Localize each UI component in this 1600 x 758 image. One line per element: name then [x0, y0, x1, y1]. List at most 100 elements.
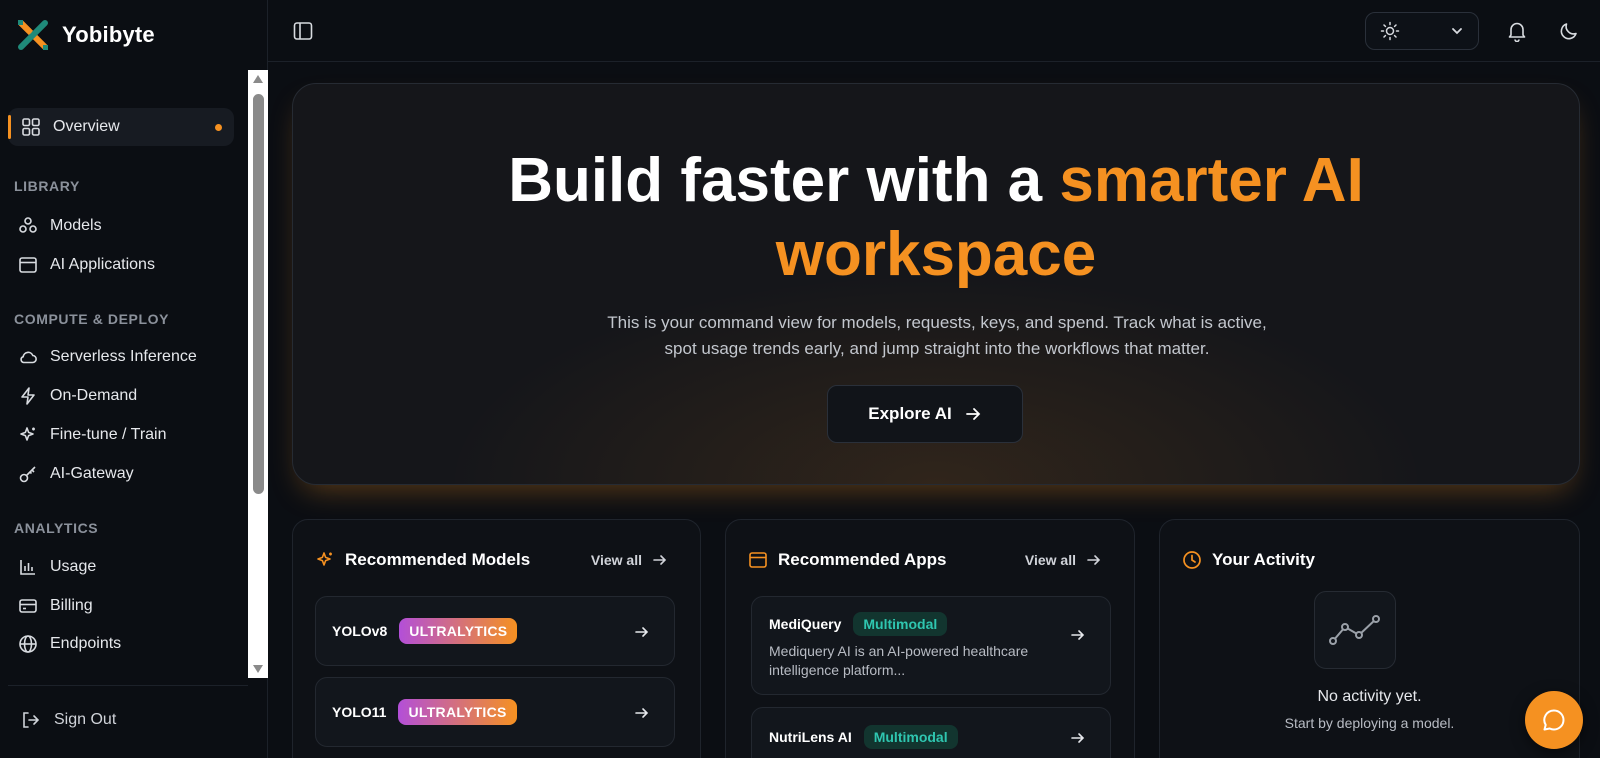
grid-icon — [21, 117, 41, 137]
sidebar-item-usage[interactable]: Usage — [8, 548, 234, 586]
section-label-analytics: ANALYTICS — [14, 520, 99, 536]
sidebar-item-serverless-inference[interactable]: Serverless Inference — [8, 338, 234, 376]
theme-selector[interactable] — [1365, 12, 1479, 50]
app-name: NutriLens AI — [769, 729, 852, 745]
chat-bubble-icon — [1541, 707, 1567, 733]
sidebar-item-ai-applications[interactable]: AI Applications — [8, 246, 234, 284]
activity-hint-text: Start by deploying a model. — [1284, 715, 1455, 731]
recommended-models-card: Recommended Models View all YOLOv8 ULTRA… — [292, 519, 701, 758]
bar-chart-icon — [18, 557, 38, 577]
arrow-right-icon — [634, 624, 650, 640]
arrow-right-icon — [1070, 627, 1086, 643]
explore-ai-label: Explore AI — [868, 404, 952, 423]
sign-out-label: Sign Out — [54, 711, 117, 728]
view-all-models-link[interactable]: View all — [591, 552, 668, 568]
model-item-yolov8[interactable]: YOLOv8 ULTRALYTICS — [315, 596, 675, 666]
card-header: Your Activity — [1182, 550, 1315, 570]
brand[interactable]: Yobibyte — [16, 18, 155, 52]
card-title: Your Activity — [1212, 550, 1315, 569]
active-indicator-dot — [215, 124, 222, 131]
card-header: Recommended Models — [315, 550, 530, 570]
sidebar-item-label: Serverless Inference — [50, 348, 197, 365]
network-icon — [18, 216, 38, 236]
sidebar-item-endpoints[interactable]: Endpoints — [8, 625, 234, 663]
sun-icon — [1380, 21, 1400, 41]
sparkle-icon — [315, 550, 335, 570]
recommended-apps-card: Recommended Apps View all MediQuery Mult… — [725, 519, 1135, 758]
arrow-right-icon — [652, 552, 668, 568]
lightning-icon — [18, 386, 38, 406]
view-all-label: View all — [1024, 552, 1076, 568]
sidebar-item-label: Fine-tune / Train — [50, 426, 167, 443]
scrollbar-thumb[interactable] — [253, 94, 264, 494]
view-all-apps-link[interactable]: View all — [1025, 552, 1102, 568]
sparkle-icon — [18, 425, 38, 445]
section-label-compute: COMPUTE & DEPLOY — [14, 311, 170, 327]
activity-empty-text: No activity yet. — [1317, 688, 1422, 705]
sidebar-scrollbar[interactable] — [248, 70, 268, 678]
activity-placeholder — [1314, 591, 1396, 669]
x-cross-logo-icon — [16, 18, 50, 52]
sidebar-item-label: AI-Gateway — [50, 465, 134, 482]
brand-name: Yobibyte — [62, 22, 155, 47]
window-icon — [748, 550, 768, 570]
scroll-up-arrow-icon[interactable] — [252, 74, 264, 84]
sidebar-divider — [8, 685, 248, 686]
card-title: Recommended Models — [345, 550, 531, 569]
app-item-nutrilens[interactable]: NutriLens AI Multimodal — [751, 707, 1111, 758]
sidebar-item-billing[interactable]: Billing — [8, 587, 234, 625]
scroll-down-arrow-icon[interactable] — [252, 664, 264, 674]
card-header: Recommended Apps — [748, 550, 946, 570]
sidebar-item-label: AI Applications — [50, 256, 155, 273]
sidebar-item-models[interactable]: Models — [8, 207, 234, 245]
app-item-mediquery[interactable]: MediQuery Multimodal Mediquery AI is an … — [751, 596, 1111, 695]
sign-out-icon — [20, 710, 40, 730]
model-badge: ULTRALYTICS — [399, 618, 518, 644]
explore-ai-button[interactable]: Explore AI — [827, 385, 1023, 443]
cloud-icon — [18, 347, 38, 367]
notifications-bell-icon[interactable] — [1506, 20, 1528, 42]
sidebar-item-overview[interactable]: Overview — [8, 108, 234, 146]
sidebar: Yobibyte Overview LIBRARY Models AI Appl… — [0, 0, 268, 758]
arrow-right-icon — [634, 705, 650, 721]
model-name: YOLO11 — [332, 704, 387, 720]
hero-description: This is your command view for models, re… — [607, 313, 1267, 358]
sidebar-item-on-demand[interactable]: On-Demand — [8, 377, 234, 415]
sidebar-item-label: Usage — [50, 558, 97, 575]
model-badge: ULTRALYTICS — [398, 699, 517, 725]
view-all-label: View all — [590, 552, 642, 568]
sidebar-item-label: Overview — [53, 118, 120, 135]
model-item-yolo11[interactable]: YOLO11 ULTRALYTICS — [315, 677, 675, 747]
card-title: Recommended Apps — [778, 550, 947, 569]
activity-card: Your Activity No activity yet. Start by … — [1159, 519, 1580, 758]
app-description: Mediquery AI is an AI-powered healthcare… — [769, 643, 1029, 678]
app-name: MediQuery — [769, 616, 842, 632]
window-icon — [18, 255, 38, 275]
sidebar-item-ai-gateway[interactable]: AI-Gateway — [8, 455, 234, 493]
app-badge: Multimodal — [863, 725, 958, 749]
sidebar-item-label: Models — [50, 217, 102, 234]
arrow-right-icon — [964, 405, 982, 423]
sidebar-item-label: Billing — [50, 597, 93, 614]
sidebar-nav: Overview LIBRARY Models AI Applications … — [0, 70, 248, 678]
app-badge: Multimodal — [853, 612, 948, 636]
clock-icon — [1182, 550, 1202, 570]
chevron-down-icon — [1450, 24, 1464, 38]
arrow-right-icon — [1070, 730, 1086, 746]
sidebar-toggle-icon[interactable] — [292, 20, 314, 42]
sign-out-button[interactable]: Sign Out — [20, 710, 116, 730]
arrow-right-icon — [1086, 552, 1102, 568]
hero-title-accent: smarter AI — [1059, 146, 1364, 215]
line-chart-icon — [1328, 613, 1382, 647]
moon-icon[interactable] — [1558, 20, 1580, 42]
sidebar-item-label: On-Demand — [50, 387, 138, 404]
key-icon — [18, 464, 38, 484]
section-label-library: LIBRARY — [14, 178, 80, 194]
sidebar-item-label: Endpoints — [50, 635, 122, 652]
chat-support-button[interactable] — [1525, 691, 1583, 749]
topbar — [268, 0, 1600, 62]
hero-title: Build faster with a smarter AI workspace — [293, 144, 1579, 292]
globe-icon — [18, 634, 38, 654]
sidebar-item-fine-tune[interactable]: Fine-tune / Train — [8, 416, 234, 454]
credit-card-icon — [18, 596, 38, 616]
